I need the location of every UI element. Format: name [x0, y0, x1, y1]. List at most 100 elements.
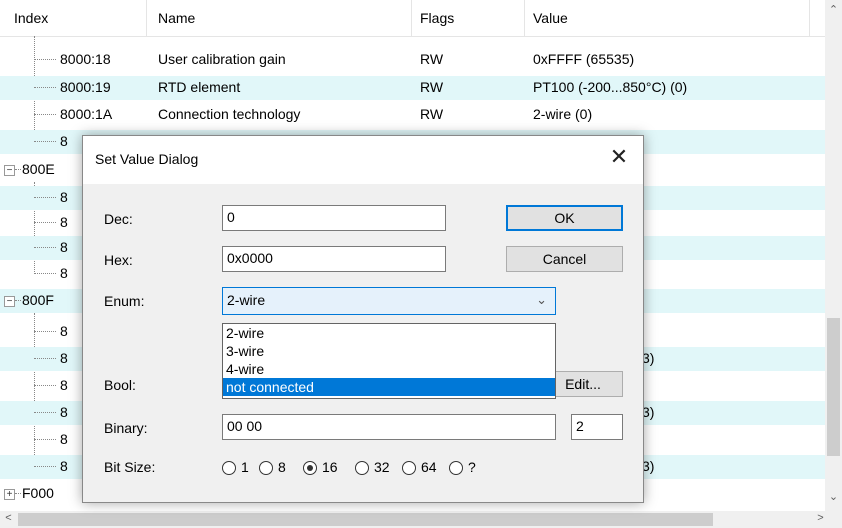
bitsize-option-label: 32: [374, 459, 390, 475]
row-index: 8000:1A: [60, 106, 113, 122]
bitsize-option-label: 64: [421, 459, 437, 475]
row-flags: RW: [420, 106, 444, 122]
row-flags: RW: [420, 51, 444, 67]
bool-label: Bool:: [104, 377, 136, 393]
tree-line: [34, 358, 56, 359]
tree-line: [34, 385, 56, 386]
column-divider[interactable]: [809, 0, 810, 36]
row-index: 8: [60, 404, 68, 420]
tree-line: [34, 466, 56, 467]
tree-line: [34, 59, 56, 60]
chevron-left-icon[interactable]: <: [0, 512, 17, 524]
tree-line: [34, 197, 56, 198]
tree-line: [34, 439, 56, 440]
binary-label: Binary:: [104, 420, 148, 436]
row-index: 8: [60, 214, 68, 230]
tree-line: [34, 412, 56, 413]
tree-line: [15, 169, 21, 170]
dialog-title: Set Value Dialog: [95, 151, 199, 167]
enum-combobox[interactable]: 2-wire ⌄: [222, 287, 556, 315]
collapse-icon[interactable]: −: [4, 165, 15, 176]
bitsize-radio-16[interactable]: [303, 461, 317, 475]
list-header: Index Name Flags Value: [0, 0, 826, 37]
bitsize-option-label: ?: [468, 459, 476, 475]
horizontal-scroll-thumb[interactable]: [18, 513, 713, 526]
table-row[interactable]: 8000:18 User calibration gain RW 0xFFFF …: [0, 48, 826, 72]
row-index: 800F: [22, 292, 54, 308]
row-name: User calibration gain: [158, 51, 286, 67]
vertical-scrollbar[interactable]: ⌃ ⌄: [825, 0, 842, 511]
row-index: F000: [22, 485, 54, 501]
row-index: 8: [60, 239, 68, 255]
tree-line: [34, 141, 56, 142]
row-index: 8000:18: [60, 51, 111, 67]
set-value-dialog: Set Value Dialog ✕ Dec: 0 Hex: 0x0000 OK…: [82, 135, 644, 503]
enum-dropdown-list: 2-wire 3-wire 4-wire not connected: [222, 323, 556, 399]
chevron-down-icon[interactable]: ⌄: [536, 292, 547, 308]
tree-line: [34, 87, 56, 88]
bitsize-option-label: 16: [322, 459, 338, 475]
tree-line: [34, 247, 56, 248]
column-divider[interactable]: [146, 0, 147, 36]
column-header-index[interactable]: Index: [14, 10, 48, 26]
bitsize-option-label: 8: [278, 459, 286, 475]
row-index: 8: [60, 458, 68, 474]
cancel-button[interactable]: Cancel: [506, 246, 623, 272]
bitsize-radio-32[interactable]: [355, 461, 369, 475]
enum-selected-value: 2-wire: [227, 292, 266, 308]
bitsize-radio-unknown[interactable]: [449, 461, 463, 475]
row-name: RTD element: [158, 79, 241, 95]
chevron-up-icon[interactable]: ⌃: [825, 3, 842, 16]
enum-option-4-wire[interactable]: 4-wire: [223, 360, 555, 378]
dec-label: Dec:: [104, 211, 133, 227]
vertical-scroll-thumb[interactable]: [827, 318, 840, 456]
expand-icon[interactable]: +: [4, 489, 15, 500]
enum-label: Enum:: [104, 293, 145, 309]
dialog-title-bar[interactable]: Set Value Dialog ✕: [83, 136, 643, 184]
tree-line: [34, 273, 56, 274]
column-divider[interactable]: [524, 0, 525, 36]
row-value: 0xFFFF (65535): [533, 51, 635, 67]
binary-input[interactable]: 00 00: [222, 414, 556, 440]
column-header-name[interactable]: Name: [158, 10, 195, 26]
hex-label: Hex:: [104, 252, 133, 268]
column-header-flags[interactable]: Flags: [420, 10, 454, 26]
bitsize-radio-1[interactable]: [222, 461, 236, 475]
table-row[interactable]: 8000:1A Connection technology RW 2-wire …: [0, 103, 826, 127]
horizontal-scrollbar[interactable]: < >: [0, 511, 842, 528]
enum-option-2-wire[interactable]: 2-wire: [223, 324, 555, 342]
table-row[interactable]: 8000:19 RTD element RW PT100 (-200...850…: [0, 76, 826, 100]
row-index: 8: [60, 133, 68, 149]
hex-input[interactable]: 0x0000: [222, 246, 446, 272]
close-icon[interactable]: ✕: [607, 146, 631, 170]
tree-line: [15, 300, 21, 301]
tree-line: [34, 222, 56, 223]
enum-option-not-connected[interactable]: not connected: [223, 378, 555, 396]
bitsize-radio-8[interactable]: [259, 461, 273, 475]
row-index: 8: [60, 350, 68, 366]
bitsize-radio-64[interactable]: [402, 461, 416, 475]
ok-button[interactable]: OK: [506, 205, 623, 231]
chevron-down-icon[interactable]: ⌄: [825, 490, 842, 503]
dec-input[interactable]: 0: [222, 205, 446, 231]
tree-line: [34, 114, 56, 115]
row-index: 8: [60, 377, 68, 393]
row-index: 8: [60, 189, 68, 205]
collapse-icon[interactable]: −: [4, 296, 15, 307]
row-index: 8000:19: [60, 79, 111, 95]
row-index: 8: [60, 323, 68, 339]
binary-byte-count[interactable]: 2: [571, 414, 623, 440]
row-index: 8: [60, 431, 68, 447]
tree-line: [34, 331, 56, 332]
row-index: 8: [60, 265, 68, 281]
chevron-right-icon[interactable]: >: [812, 512, 829, 524]
column-divider[interactable]: [411, 0, 412, 36]
tree-line: [15, 493, 21, 494]
bitsize-option-label: 1: [241, 459, 249, 475]
column-header-value[interactable]: Value: [533, 10, 568, 26]
row-index: 800E: [22, 161, 55, 177]
enum-option-3-wire[interactable]: 3-wire: [223, 342, 555, 360]
row-name: Connection technology: [158, 106, 301, 122]
row-value: 2-wire (0): [533, 106, 593, 122]
row-flags: RW: [420, 79, 444, 95]
